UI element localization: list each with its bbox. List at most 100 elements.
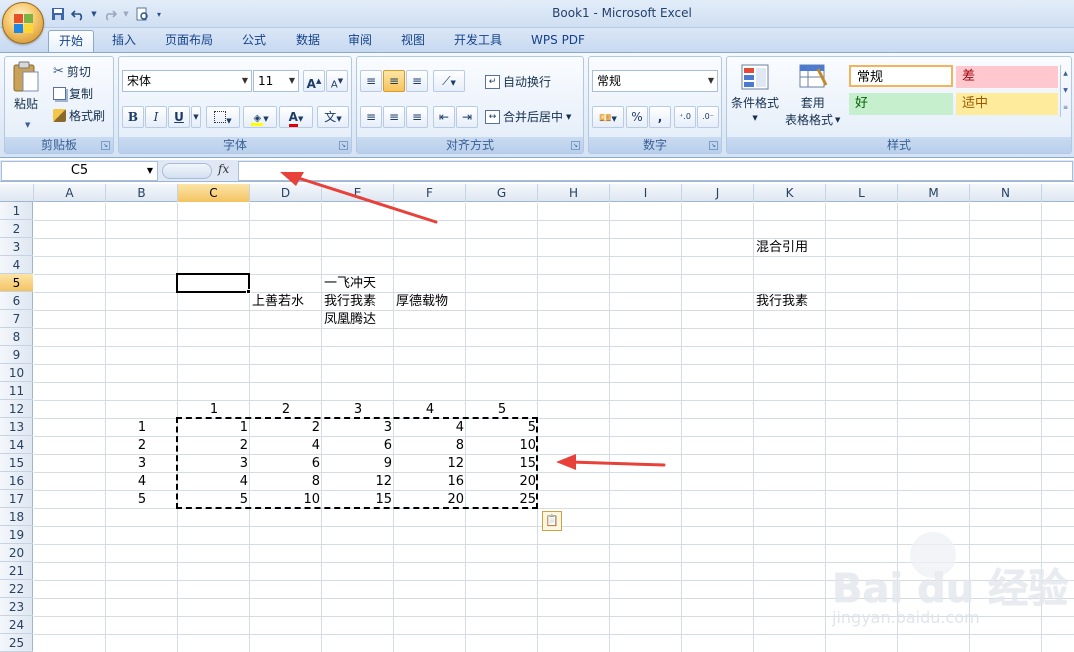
table-header-cell[interactable]: 3 <box>106 455 178 473</box>
row-header-11[interactable]: 11 <box>0 382 33 400</box>
row-header-5[interactable]: 5 <box>0 274 33 292</box>
row-header-1[interactable]: 1 <box>0 202 33 220</box>
table-header-cell[interactable]: 1 <box>106 419 178 437</box>
font-color-button[interactable]: A▼ <box>279 106 313 128</box>
column-header-l[interactable]: L <box>826 184 898 202</box>
name-box[interactable]: C5 ▼ <box>1 161 158 181</box>
comma-button[interactable]: , <box>649 106 671 128</box>
merge-center-button[interactable]: ↔ 合并后居中 ▼ <box>485 108 571 125</box>
tab-data[interactable]: 数据 <box>284 30 332 52</box>
table-header-cell[interactable]: 4 <box>106 473 178 491</box>
percent-button[interactable]: % <box>626 106 648 128</box>
increase-decimal-button[interactable]: ⁺.0 <box>674 106 696 128</box>
tab-formulas[interactable]: 公式 <box>230 30 278 52</box>
tab-insert[interactable]: 插入 <box>100 30 148 52</box>
row-header-8[interactable]: 8 <box>0 328 33 346</box>
row-header-6[interactable]: 6 <box>0 292 33 310</box>
format-as-table-button[interactable]: 套用 表格格式 ▼ <box>785 63 840 128</box>
fill-handle[interactable] <box>246 289 251 294</box>
number-format-combo[interactable]: 常规 ▼ <box>592 70 718 92</box>
row-header-19[interactable]: 19 <box>0 526 33 544</box>
column-header-m[interactable]: M <box>898 184 970 202</box>
column-header-d[interactable]: D <box>250 184 322 202</box>
row-header-2[interactable]: 2 <box>0 220 33 238</box>
row-header-24[interactable]: 24 <box>0 616 33 634</box>
column-header-k[interactable]: K <box>754 184 826 202</box>
increase-indent-button[interactable]: ⇥ <box>456 106 478 128</box>
orientation-button[interactable]: ⟋▼ <box>433 70 465 92</box>
cell-d6[interactable]: 上善若水 <box>250 293 322 311</box>
table-header-cell[interactable]: 5 <box>106 491 178 509</box>
column-header-g[interactable]: G <box>466 184 538 202</box>
wrap-text-button[interactable]: ↵ 自动换行 <box>485 73 551 90</box>
copy-button[interactable]: 复制 <box>53 85 93 102</box>
tab-developer[interactable]: 开发工具 <box>443 30 513 52</box>
column-header-c[interactable]: C <box>178 184 250 202</box>
style-normal[interactable]: 常规 <box>849 65 953 87</box>
align-left-button[interactable]: ≡ <box>360 106 382 128</box>
column-header-h[interactable]: H <box>538 184 610 202</box>
cell-k3[interactable]: 混合引用 <box>754 239 826 257</box>
dialog-launcher-icon[interactable]: ↘ <box>339 141 348 150</box>
row-header-7[interactable]: 7 <box>0 310 33 328</box>
conditional-format-button[interactable]: 条件格式 ▼ <box>731 63 779 122</box>
style-good[interactable]: 好 <box>849 93 953 115</box>
table-header-cell[interactable]: 2 <box>106 437 178 455</box>
align-bottom-button[interactable]: ≡ <box>406 70 428 92</box>
cut-button[interactable]: ✂ 剪切 <box>53 63 91 80</box>
row-header-4[interactable]: 4 <box>0 256 33 274</box>
column-header-b[interactable]: B <box>106 184 178 202</box>
tab-page-layout[interactable]: 页面布局 <box>156 30 222 52</box>
column-header-f[interactable]: F <box>394 184 466 202</box>
formula-cancel-enter[interactable] <box>162 163 212 179</box>
style-neutral[interactable]: 适中 <box>956 93 1058 115</box>
style-bad[interactable]: 差 <box>956 66 1058 88</box>
align-center-button[interactable]: ≡ <box>383 106 405 128</box>
paste-options-icon[interactable]: 📋 <box>542 511 562 531</box>
cell-e6[interactable]: 我行我素 <box>322 293 394 311</box>
column-header-j[interactable]: J <box>682 184 754 202</box>
fill-color-button[interactable]: ◈ ▼ <box>243 106 277 128</box>
shrink-font-button[interactable]: A▼ <box>326 70 348 92</box>
currency-button[interactable]: 💴▼ <box>592 106 624 128</box>
font-name-combo[interactable]: 宋体 ▼ <box>122 70 252 92</box>
row-header-10[interactable]: 10 <box>0 364 33 382</box>
column-header-n[interactable]: N <box>970 184 1042 202</box>
row-header-14[interactable]: 14 <box>0 436 33 454</box>
italic-button[interactable]: I <box>145 106 167 128</box>
paste-button[interactable]: 粘贴 <box>11 61 41 112</box>
row-header-12[interactable]: 12 <box>0 400 33 418</box>
phonetic-button[interactable]: 文▼ <box>317 106 349 128</box>
insert-function-icon[interactable]: fx <box>218 162 229 176</box>
cell-e7[interactable]: 凤凰腾达 <box>322 311 394 329</box>
bold-button[interactable]: B <box>122 106 144 128</box>
font-size-combo[interactable]: 11 ▼ <box>253 70 299 92</box>
align-middle-button[interactable]: ≡ <box>383 70 405 92</box>
row-header-18[interactable]: 18 <box>0 508 33 526</box>
align-top-button[interactable]: ≡ <box>360 70 382 92</box>
row-header-17[interactable]: 17 <box>0 490 33 508</box>
formula-input[interactable] <box>238 161 1073 181</box>
cell-k6[interactable]: 我行我素 <box>754 293 826 311</box>
select-all-corner[interactable] <box>0 184 34 202</box>
row-header-25[interactable]: 25 <box>0 634 33 652</box>
align-right-button[interactable]: ≡ <box>406 106 428 128</box>
underline-button[interactable]: U <box>168 106 190 128</box>
chevron-down-icon[interactable]: ▼ <box>25 121 30 129</box>
row-header-20[interactable]: 20 <box>0 544 33 562</box>
column-header-i[interactable]: I <box>610 184 682 202</box>
row-header-13[interactable]: 13 <box>0 418 33 436</box>
dialog-launcher-icon[interactable]: ↘ <box>709 141 718 150</box>
row-header-3[interactable]: 3 <box>0 238 33 256</box>
row-header-15[interactable]: 15 <box>0 454 33 472</box>
tab-view[interactable]: 视图 <box>389 30 437 52</box>
column-header-e[interactable]: E <box>322 184 394 202</box>
cell-e5[interactable]: 一飞冲天 <box>322 275 394 293</box>
dialog-launcher-icon[interactable]: ↘ <box>101 141 110 150</box>
dialog-launcher-icon[interactable]: ↘ <box>571 141 580 150</box>
styles-scroll[interactable]: ▲ ▼ ≡ <box>1060 65 1070 117</box>
tab-wps-pdf[interactable]: WPS PDF <box>523 30 593 52</box>
row-header-22[interactable]: 22 <box>0 580 33 598</box>
decrease-indent-button[interactable]: ⇤ <box>433 106 455 128</box>
row-header-16[interactable]: 16 <box>0 472 33 490</box>
